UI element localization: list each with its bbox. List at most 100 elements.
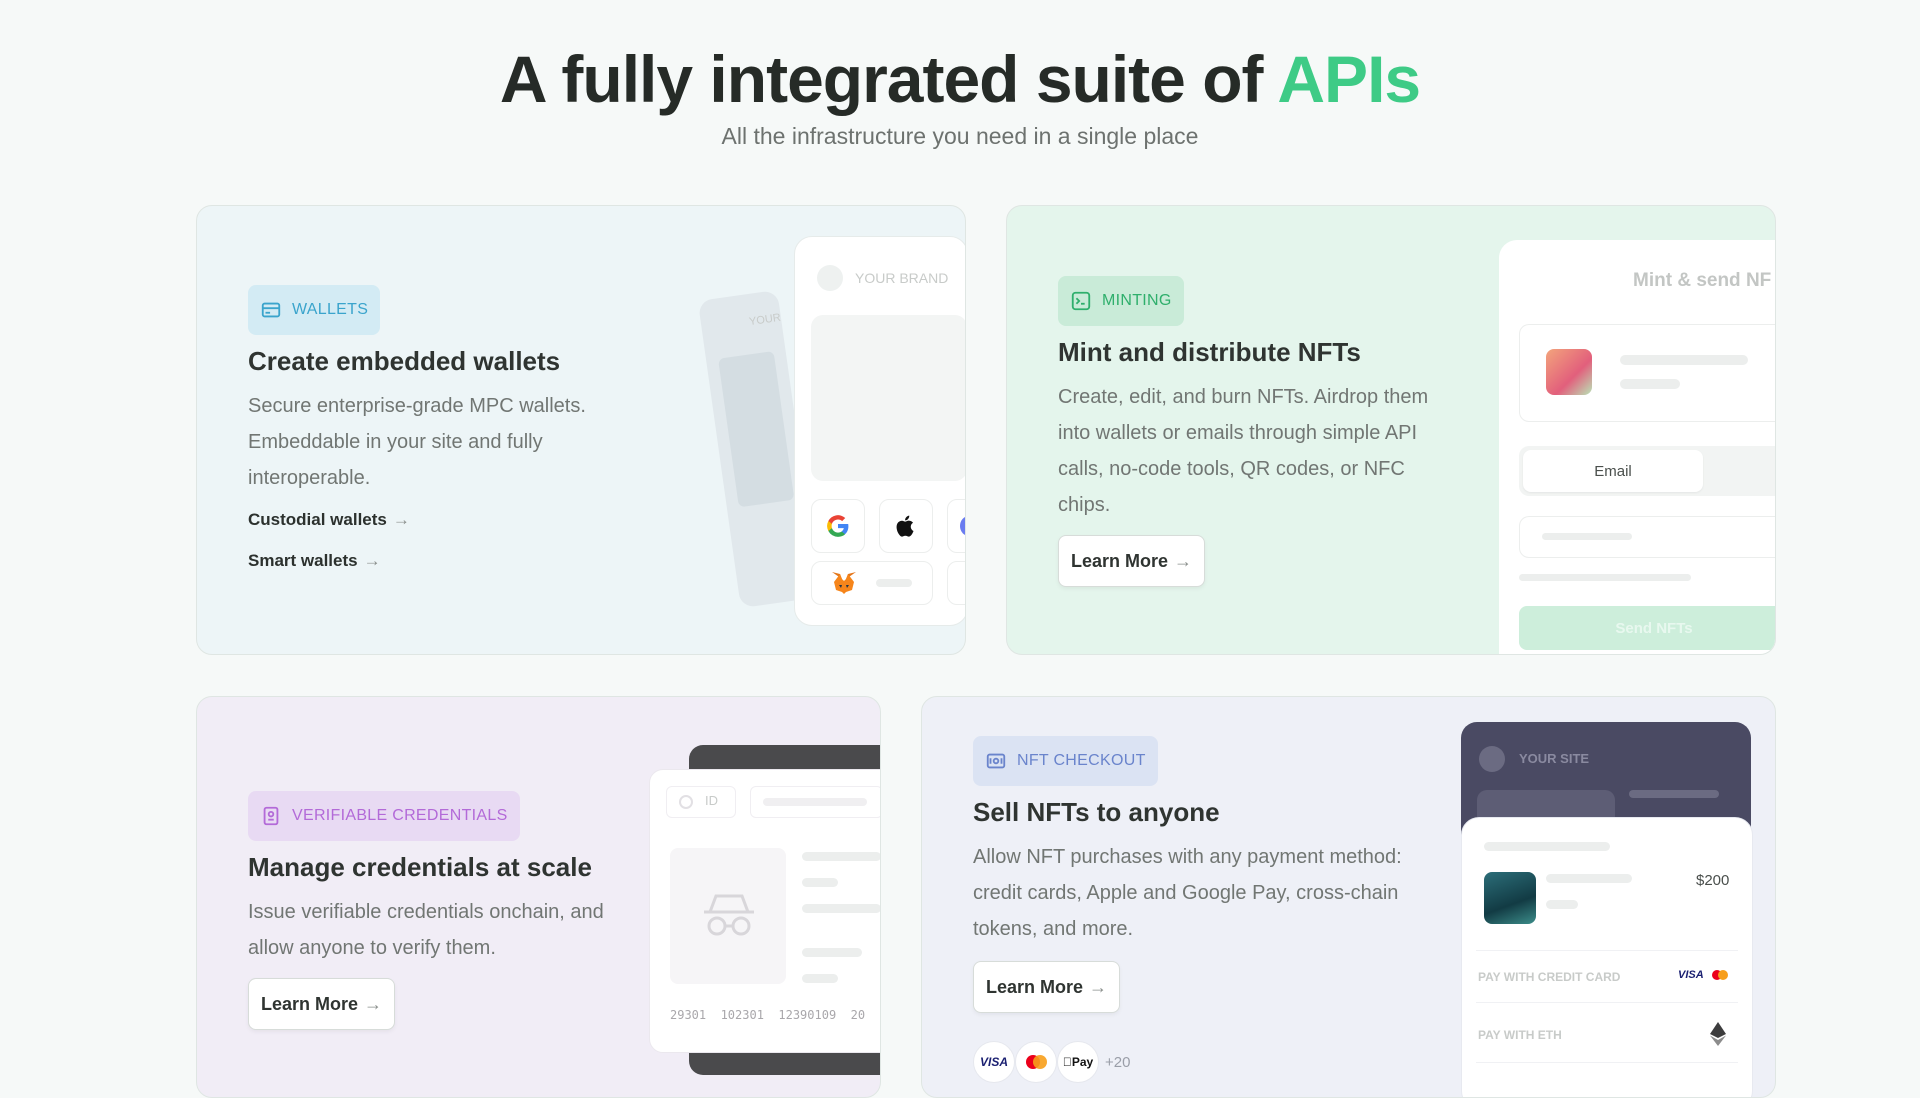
nft-title-placeholder (1546, 874, 1632, 883)
extra-wallet-button[interactable] (947, 561, 965, 605)
incognito-icon (704, 894, 754, 936)
page-subtitle: All the infrastructure you need in a sin… (721, 123, 1199, 149)
wallets-description: Secure enterprise-grade MPC wallets. Emb… (248, 395, 586, 489)
credentials-title: Manage credentials at scale (248, 852, 592, 882)
send-nfts-button[interactable]: Send NFTs (1519, 606, 1775, 650)
credentials-badge-label: VERIFIABLE CREDENTIALS (292, 807, 508, 824)
id-chip-label: ID (705, 793, 718, 808)
wallet-mock-content-placeholder (811, 315, 965, 481)
custodial-wallets-link-label: Custodial wallets (248, 510, 387, 529)
helper-text-placeholder (1519, 574, 1691, 581)
wallet-icon (261, 302, 281, 318)
payment-methods-row: VISA Pay +20 (973, 1041, 1130, 1083)
arrow-right-icon: → (363, 551, 381, 570)
email-tab[interactable]: Email (1523, 450, 1703, 492)
mastercard-icon (1015, 1041, 1057, 1083)
metamask-label-placeholder (876, 579, 912, 587)
credentials-description: Issue verifiable credentials onchain, an… (248, 901, 604, 959)
nft-preview-row (1519, 324, 1775, 422)
credentials-learn-more-button[interactable]: Learn More → (248, 978, 396, 1030)
smart-wallets-link-label: Smart wallets (248, 551, 358, 570)
custodial-wallets-link[interactable]: Custodial wallets → (248, 510, 410, 530)
divider (1476, 1002, 1738, 1003)
google-login-button[interactable] (811, 499, 865, 553)
pay-with-eth-label: PAY WITH ETH (1478, 1028, 1562, 1042)
mint-send-mock-header: Mint & send NF (1633, 270, 1772, 291)
credentials-learn-more-label: Learn More (261, 993, 359, 1014)
credentials-badge: VERIFIABLE CREDENTIALS (248, 791, 520, 841)
credential-line-5 (802, 974, 838, 983)
checkout-learn-more-button[interactable]: Learn More → (973, 961, 1121, 1013)
recipient-type-toggle[interactable]: Email (1519, 446, 1775, 496)
arrow-right-icon: → (392, 510, 410, 529)
smart-wallets-link[interactable]: Smart wallets → (248, 551, 381, 571)
nft-subtitle-placeholder (1546, 900, 1578, 909)
id-chip-icon (679, 795, 693, 809)
apple-login-button[interactable] (879, 499, 933, 553)
wallet-mock-brand-label: YOUR BRAND (855, 270, 949, 286)
minting-learn-more-label: Learn More (1071, 550, 1169, 571)
input-placeholder-bar (1542, 533, 1632, 540)
checkout-description: Allow NFT purchases with any payment met… (973, 846, 1402, 940)
metamask-fox-icon (832, 572, 856, 594)
google-icon (827, 515, 849, 537)
checkout-header-placeholder (1484, 842, 1610, 851)
checkout-badge-label: NFT CHECKOUT (1017, 752, 1146, 769)
credential-id-card: ID 29301 102301 12390109 20 (649, 769, 880, 1053)
divider (1476, 1062, 1738, 1063)
page-title-prefix: A fully integrated suite of (499, 42, 1278, 116)
id-field (750, 786, 880, 818)
pay-with-eth-option[interactable]: PAY WITH ETH (1478, 1014, 1740, 1054)
minting-learn-more-button[interactable]: Learn More → (1058, 535, 1206, 587)
nft-artwork-thumbnail (1484, 872, 1536, 924)
send-nfts-label: Send NFTs (1615, 619, 1693, 637)
credential-line-3 (802, 904, 880, 913)
checkout-title: Sell NFTs to anyone (973, 797, 1220, 827)
email-tab-label: Email (1594, 462, 1632, 480)
metamask-login-button[interactable] (811, 561, 933, 605)
checkout-widget-mock: $200 PAY WITH CREDIT CARD VISA PAY WITH … (1461, 817, 1753, 1097)
anonymous-avatar (670, 848, 786, 984)
wallets-title: Create embedded wallets (248, 346, 561, 376)
minting-title: Mint and distribute NFTs (1058, 337, 1361, 367)
wallet-mock-back-panel (718, 351, 795, 508)
credential-id-numbers: 29301 102301 12390109 20 (670, 1008, 866, 1022)
credential-line-1 (802, 852, 880, 861)
mastercard-small-icon-overlap (1718, 970, 1728, 980)
provider-icon (960, 516, 965, 536)
wallets-badge: WALLETS (248, 285, 381, 335)
checkout-learn-more-label: Learn More (986, 976, 1084, 997)
brand-logo-placeholder (817, 265, 843, 291)
page-title-accent: APIs (1277, 42, 1421, 116)
credential-line-4 (802, 948, 862, 957)
id-field-placeholder (763, 798, 867, 806)
id-badge-icon (263, 806, 279, 826)
visa-icon: VISA (973, 1041, 1015, 1083)
checkout-card: NFT CHECKOUT Sell NFTs to anyone Allow N… (921, 696, 1776, 1098)
nft-price: $200 (1696, 872, 1730, 889)
site-logo-placeholder (1479, 746, 1505, 772)
minting-badge: MINTING (1058, 276, 1184, 326)
recipient-email-input[interactable] (1519, 516, 1775, 558)
credential-line-2 (802, 878, 838, 887)
arrow-right-icon: → (364, 993, 383, 1014)
nft-name-placeholder (1620, 355, 1748, 365)
divider (1476, 950, 1738, 951)
pay-with-card-label: PAY WITH CREDIT CARD (1478, 970, 1621, 984)
checkout-badge: NFT CHECKOUT (973, 736, 1158, 786)
wallets-card: WALLETS Create embedded wallets Secure e… (196, 205, 966, 655)
terminal-icon (1071, 291, 1091, 311)
minting-badge-label: MINTING (1102, 292, 1172, 309)
page-title: A fully integrated suite of APIs (0, 44, 1920, 114)
pay-with-card-option[interactable]: PAY WITH CREDIT CARD VISA (1478, 958, 1740, 998)
minting-card: MINTING Mint and distribute NFTs Create,… (1006, 205, 1776, 655)
apple-pay-icon: Pay (1057, 1041, 1099, 1083)
wallets-badge-label: WALLETS (292, 301, 369, 318)
nft-meta-placeholder (1620, 379, 1680, 389)
wallet-mock-back-label: YOUR (748, 311, 782, 329)
nft-thumbnail (1546, 349, 1592, 395)
extra-login-button[interactable] (947, 499, 965, 553)
apple-icon (896, 515, 914, 537)
visa-small-icon: VISA (1678, 969, 1704, 981)
payment-methods-more: +20 (1105, 1053, 1131, 1071)
